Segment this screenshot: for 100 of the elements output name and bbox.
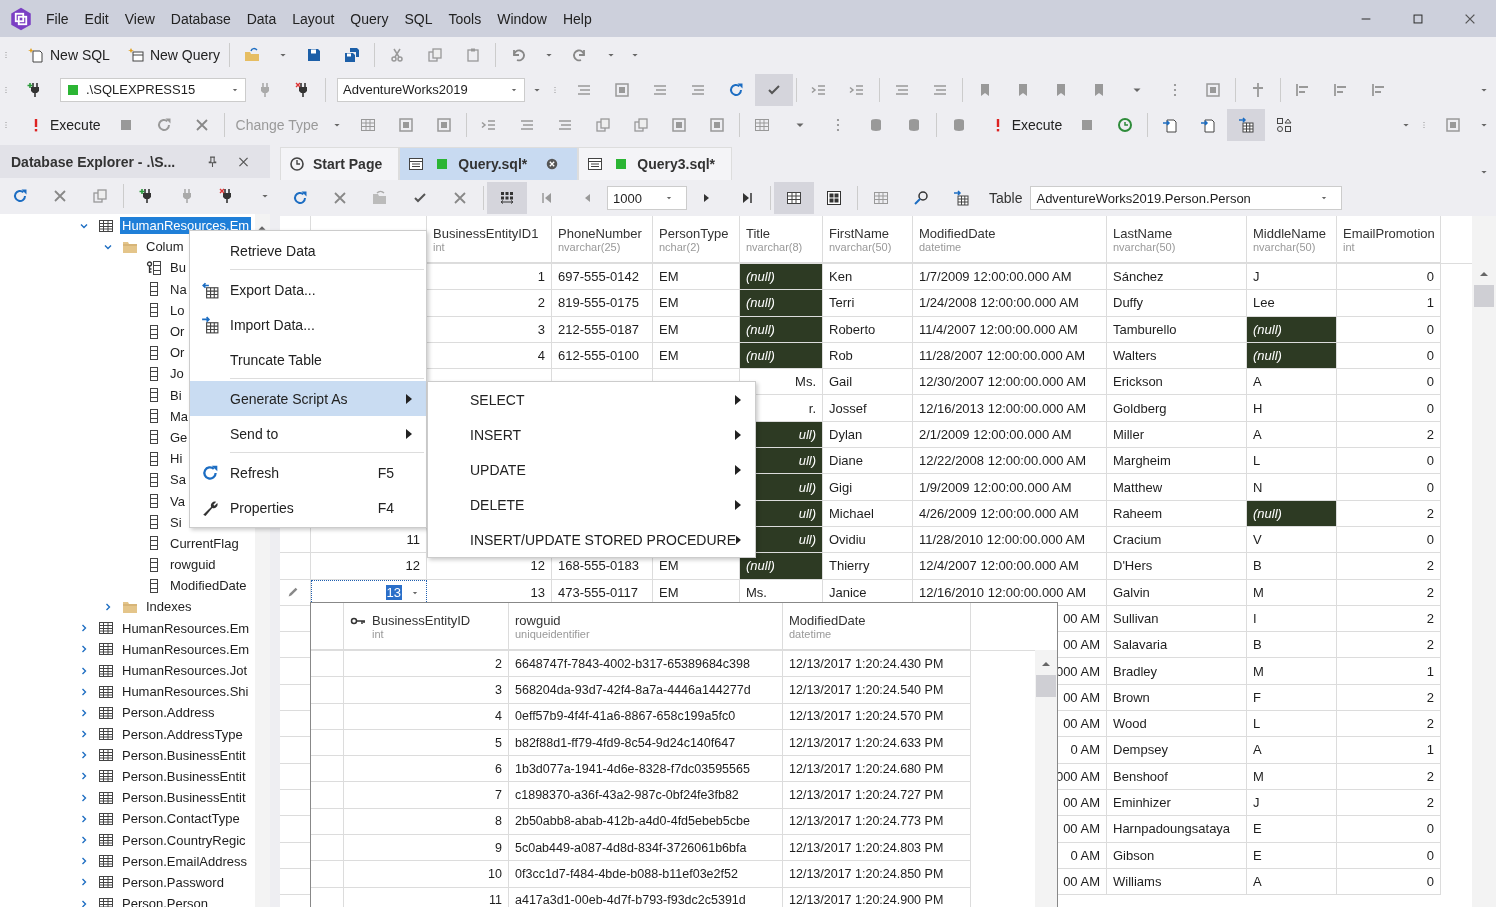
- menu-item[interactable]: Edit: [84, 10, 109, 27]
- tree-item[interactable]: HumanResources.Shi: [120, 683, 251, 701]
- table-cell[interactable]: 0eff57b9-4f4f-41a6-8867-658c199a5fc0: [509, 703, 783, 730]
- tree-item[interactable]: CurrentFlag: [168, 534, 241, 552]
- table-cell[interactable]: 5c0ab449-a087-4d8d-834f-3726061b6bfa: [509, 835, 783, 862]
- table-cell[interactable]: 6: [344, 756, 509, 783]
- menu-item[interactable]: Window: [497, 10, 547, 27]
- column-header[interactable]: MiddleName: [1253, 225, 1326, 241]
- tree-item[interactable]: Person.CountryRegic: [120, 831, 248, 849]
- grid-import-icon[interactable]: [953, 190, 969, 206]
- pin-icon[interactable]: [206, 153, 219, 170]
- scissors-icon[interactable]: [388, 46, 405, 63]
- menu-item[interactable]: Import Data...: [190, 307, 426, 342]
- refresh-icon[interactable]: [292, 190, 308, 206]
- cross-icon[interactable]: [52, 188, 68, 204]
- tree-item[interactable]: HumanResources.Em: [120, 619, 252, 637]
- menu-item[interactable]: Database: [170, 10, 231, 27]
- new-document-icon[interactable]: [28, 46, 44, 63]
- menu-item[interactable]: Data: [246, 10, 277, 27]
- tree-item[interactable]: Or: [168, 323, 187, 341]
- menu-item[interactable]: Send to: [190, 416, 426, 451]
- tree-item[interactable]: HumanResources.Jot: [120, 662, 249, 680]
- tree-item[interactable]: Person.BusinessEntit: [120, 746, 248, 764]
- column-header[interactable]: BusinessEntityID: [350, 612, 471, 628]
- table-cell[interactable]: b82f88d1-ff79-4fd9-8c54-9d24c140f647: [509, 729, 783, 757]
- column-header[interactable]: ModifiedDate: [789, 612, 866, 628]
- column-header[interactable]: ModifiedDate: [919, 225, 996, 241]
- import-icon[interactable]: [1200, 116, 1217, 133]
- tree-item[interactable]: ModifiedDate: [168, 577, 249, 595]
- tree-item[interactable]: Person.EmailAddress: [120, 852, 249, 870]
- document-tab[interactable]: Query.sql*: [399, 147, 579, 180]
- menu-item[interactable]: SQL: [404, 10, 433, 27]
- tree-item[interactable]: Jo: [168, 365, 186, 383]
- open-folder-icon[interactable]: [372, 190, 388, 206]
- cross-icon[interactable]: [193, 116, 210, 133]
- table-cell[interactable]: 4: [344, 703, 509, 730]
- table-dropdown[interactable]: AdventureWorks2019.Person.Person: [1030, 186, 1343, 210]
- table-cell[interactable]: 9: [344, 835, 509, 862]
- menu-item[interactable]: Help: [562, 10, 592, 27]
- table-cell[interactable]: 8: [344, 808, 509, 836]
- scrollbar-thumb[interactable]: [1036, 675, 1056, 697]
- table-cell[interactable]: 7: [344, 782, 509, 809]
- tree-item[interactable]: HumanResources.Em: [120, 640, 252, 658]
- row-limit-dropdown[interactable]: 1000: [607, 186, 687, 210]
- document-tab[interactable]: Start Page: [280, 147, 400, 180]
- tree-item[interactable]: Person.Password: [120, 873, 226, 891]
- grid-icon[interactable]: [786, 190, 802, 206]
- new-window-icon[interactable]: [127, 46, 144, 63]
- column-header[interactable]: PhoneNumber: [558, 225, 642, 241]
- refresh-icon[interactable]: [12, 188, 28, 204]
- frame-icon[interactable]: [614, 81, 630, 98]
- tree-item[interactable]: Ma: [168, 407, 191, 425]
- align-icon[interactable]: [1333, 81, 1349, 98]
- menu-item[interactable]: Query: [350, 10, 389, 27]
- table-cell[interactable]: 12/13/2017 1:20:24.633 PM: [783, 729, 971, 757]
- frame-icon[interactable]: [1205, 81, 1221, 98]
- table-cell[interactable]: 12/13/2017 1:20:24.850 PM: [783, 861, 971, 888]
- tree-item[interactable]: Person.AddressType: [120, 725, 245, 743]
- frame-icon[interactable]: [708, 116, 725, 133]
- new-query-button[interactable]: New Query: [115, 40, 226, 69]
- menu-item[interactable]: Refresh F5: [190, 455, 426, 490]
- menu-item[interactable]: View: [124, 10, 155, 27]
- frame-icon[interactable]: [670, 116, 687, 133]
- copy-icon[interactable]: [594, 116, 611, 133]
- tree-item[interactable]: Hi: [168, 450, 185, 468]
- column-header[interactable]: BusinessEntityID1: [433, 225, 539, 241]
- clipboard-icon[interactable]: [464, 46, 481, 63]
- refresh-icon[interactable]: [728, 81, 744, 98]
- tree-item[interactable]: Person.BusinessEntit: [120, 767, 248, 785]
- database-dropdown[interactable]: AdventureWorks2019: [337, 77, 525, 102]
- history-icon[interactable]: [1117, 116, 1134, 133]
- menu-item[interactable]: Layout: [292, 10, 335, 27]
- cross-icon[interactable]: [452, 190, 468, 206]
- tree-item[interactable]: Bu: [168, 259, 188, 277]
- tree-item[interactable]: Person.ContactType: [120, 810, 242, 828]
- tree-item[interactable]: Or: [168, 344, 187, 362]
- table-cell[interactable]: 12/13/2017 1:20:24.540 PM: [783, 677, 971, 704]
- new-sql-button[interactable]: New SQL: [16, 40, 116, 69]
- shapes-icon[interactable]: [1276, 116, 1293, 133]
- table-cell[interactable]: 5: [344, 729, 509, 757]
- align-icon[interactable]: [1371, 81, 1387, 98]
- tree-item[interactable]: Lo: [168, 301, 187, 319]
- table-cell[interactable]: 6648747f-7843-4002-b317-65389684c398: [509, 651, 783, 678]
- panels-icon[interactable]: [826, 190, 842, 206]
- table-cell[interactable]: 12/13/2017 1:20:24.727 PM: [783, 782, 971, 809]
- tree-item[interactable]: Si: [168, 513, 184, 531]
- table-cell[interactable]: a417a3d1-00eb-4d7f-b793-f93dc2c5391d: [509, 887, 783, 907]
- table-cell[interactable]: 2: [344, 651, 509, 678]
- tree-item[interactable]: Person.BusinessEntit: [120, 789, 248, 807]
- table-cell[interactable]: 2b50abb8-abab-412b-a4d0-4fd5ebeb5cbe: [509, 808, 783, 836]
- close-icon[interactable]: [545, 156, 560, 172]
- frame-icon[interactable]: [1445, 116, 1461, 133]
- table-cell[interactable]: 12/13/2017 1:20:24.430 PM: [783, 651, 971, 678]
- table-cell[interactable]: 12/13/2017 1:20:24.570 PM: [783, 703, 971, 730]
- menu-item[interactable]: Generate Script As: [190, 381, 426, 416]
- tree-item[interactable]: Colum: [144, 238, 186, 256]
- column-header[interactable]: EmailPromotion: [1343, 225, 1435, 241]
- server-dropdown[interactable]: .\SQLEXPRESS15: [60, 77, 246, 102]
- scrollbar-thumb[interactable]: [1474, 285, 1494, 307]
- table-cell[interactable]: 12/13/2017 1:20:24.803 PM: [783, 835, 971, 862]
